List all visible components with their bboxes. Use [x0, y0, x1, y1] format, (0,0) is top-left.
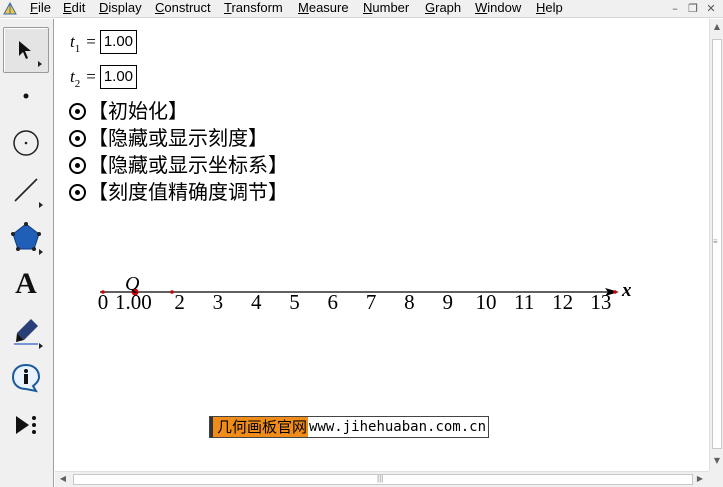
menu-file[interactable]: File — [30, 1, 51, 17]
menu-display[interactable]: Display — [99, 1, 142, 17]
marker-tool[interactable] — [3, 308, 49, 354]
unit-point[interactable] — [170, 290, 174, 294]
close-button[interactable]: ✕ — [703, 1, 719, 17]
compass-tool[interactable] — [3, 120, 49, 166]
menu-help[interactable]: Help — [536, 1, 563, 17]
menu-window[interactable]: Window — [475, 1, 521, 17]
tick-label: 12 — [552, 290, 573, 314]
menu-transform[interactable]: Transform — [224, 1, 283, 17]
sketch-canvas[interactable]: t1 = 1.00 t2 = 1.00 【初始化】 【隐藏或显示刻度】 【隐藏或显示坐标… — [55, 19, 709, 471]
straightedge-tool[interactable] — [3, 167, 49, 213]
menu-graph[interactable]: Graph — [425, 1, 461, 17]
tool-submenu-indicator — [39, 202, 43, 208]
vertical-scrollbar[interactable]: ▲ ≡ ▼ — [709, 19, 723, 471]
point-q-value: 1.00 — [115, 290, 152, 314]
tick-label: 2 — [174, 290, 185, 314]
horizontal-scrollbar[interactable]: ◀ ||| ▶ — [55, 471, 709, 487]
grip-icon: ≡ — [713, 237, 718, 246]
sketchpad-app-icon[interactable] — [3, 2, 17, 16]
end-point[interactable] — [613, 290, 617, 294]
custom-tools-tool[interactable] — [3, 402, 49, 448]
arrow-select-tool[interactable] — [3, 27, 49, 73]
number-line[interactable]: Q 1.00 x 0 2 3 4 5 6 7 8 9 10 11 12 13 — [55, 19, 709, 339]
tick-label: 4 — [251, 290, 262, 314]
menu-edit[interactable]: Edit — [63, 1, 85, 17]
information-icon — [11, 363, 41, 393]
tick-label: 6 — [328, 290, 339, 314]
menu-construct[interactable]: Construct — [155, 1, 211, 17]
tick-label: 10 — [476, 290, 497, 314]
segment-icon — [14, 178, 38, 202]
arrow-pointer-icon — [19, 41, 31, 59]
website-url: www.jihehuaban.com.cn — [309, 419, 487, 435]
tick-label: 9 — [442, 290, 453, 314]
menu-measure[interactable]: Measure — [298, 1, 349, 17]
menu-bar: File Edit Display Construct Transform Me… — [0, 0, 723, 18]
minimize-button[interactable]: – — [667, 1, 683, 17]
point-icon — [23, 93, 29, 99]
x-axis-label: x — [621, 280, 632, 301]
website-label-cn: 几何画板官网 — [210, 417, 309, 437]
tick-label: 0 — [98, 290, 109, 314]
polygon-tool[interactable] — [3, 214, 49, 260]
scroll-up-icon[interactable]: ▲ — [712, 22, 722, 31]
scrollbar-corner — [709, 471, 723, 487]
tick-label: 13 — [590, 290, 611, 314]
menu-number[interactable]: Number — [363, 1, 409, 17]
scroll-right-icon[interactable]: ▶ — [695, 474, 705, 483]
tick-label: 3 — [213, 290, 224, 314]
polygon-icon — [11, 222, 41, 251]
website-label: 几何画板官网 www.jihehuaban.com.cn — [209, 416, 490, 438]
information-tool[interactable] — [3, 355, 49, 401]
tick-label: 5 — [289, 290, 300, 314]
scroll-left-icon[interactable]: ◀ — [58, 474, 68, 483]
tick-label: 11 — [514, 290, 534, 314]
tick-labels: 0 2 3 4 5 6 7 8 9 10 11 12 13 — [98, 290, 612, 314]
tool-submenu-indicator — [39, 343, 43, 349]
restore-button[interactable]: ❐ — [685, 1, 701, 17]
tick-label: 7 — [366, 290, 377, 314]
tool-submenu-indicator — [39, 249, 43, 255]
point-tool[interactable] — [3, 73, 49, 119]
circle-compass-icon — [13, 130, 39, 156]
marker-pen-icon — [14, 319, 38, 345]
tool-submenu-indicator — [38, 61, 42, 67]
play-dots-icon — [16, 416, 36, 434]
tick-label: 8 — [404, 290, 415, 314]
grip-icon: ||| — [377, 474, 384, 483]
scroll-down-icon[interactable]: ▼ — [712, 456, 722, 465]
toolbox: A — [0, 19, 54, 487]
text-a-icon: A — [15, 267, 37, 300]
text-tool[interactable]: A — [3, 261, 49, 307]
